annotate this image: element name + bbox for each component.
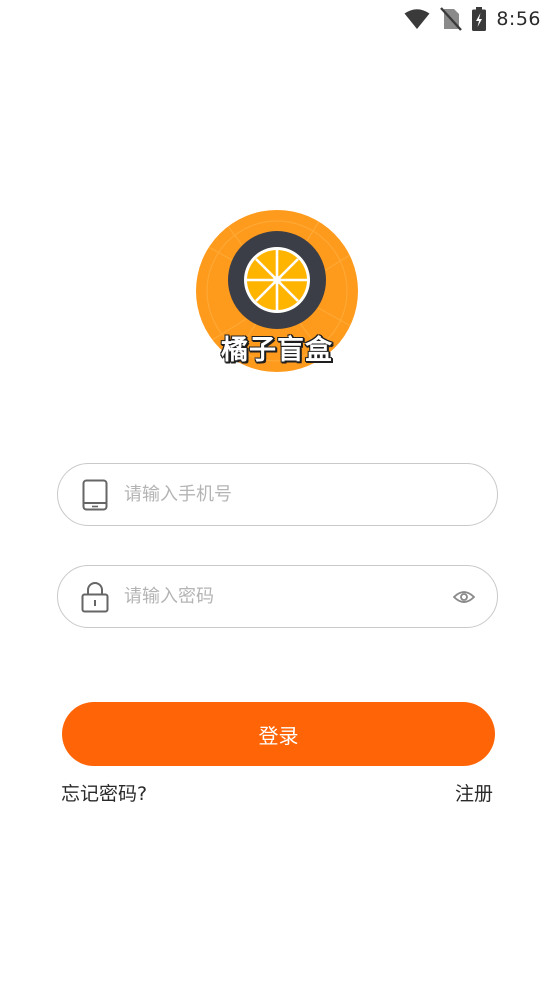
password-input[interactable]	[122, 565, 451, 628]
status-bar: 8:56	[0, 0, 553, 40]
login-button[interactable]: 登录	[62, 702, 495, 766]
app-logo: 橘子盲盒	[196, 210, 358, 372]
phone-input[interactable]	[122, 463, 497, 526]
login-screen: 8:56 橘子盲盒 请输入手机号 登录 忘记密码? 注册	[0, 0, 553, 983]
lock-icon	[80, 580, 110, 614]
password-field[interactable]	[57, 565, 498, 628]
no-sim-icon	[440, 7, 463, 31]
status-icons: 8:56	[404, 5, 541, 33]
phone-field[interactable]	[57, 463, 498, 526]
status-time: 8:56	[496, 8, 541, 30]
register-link[interactable]: 注册	[455, 779, 493, 806]
logo-text: 橘子盲盒	[221, 335, 333, 366]
phone-icon	[80, 478, 110, 512]
eye-icon[interactable]	[451, 587, 477, 607]
battery-charging-icon	[472, 7, 487, 31]
forgot-password-link[interactable]: 忘记密码?	[61, 779, 147, 806]
wifi-icon	[404, 8, 430, 30]
